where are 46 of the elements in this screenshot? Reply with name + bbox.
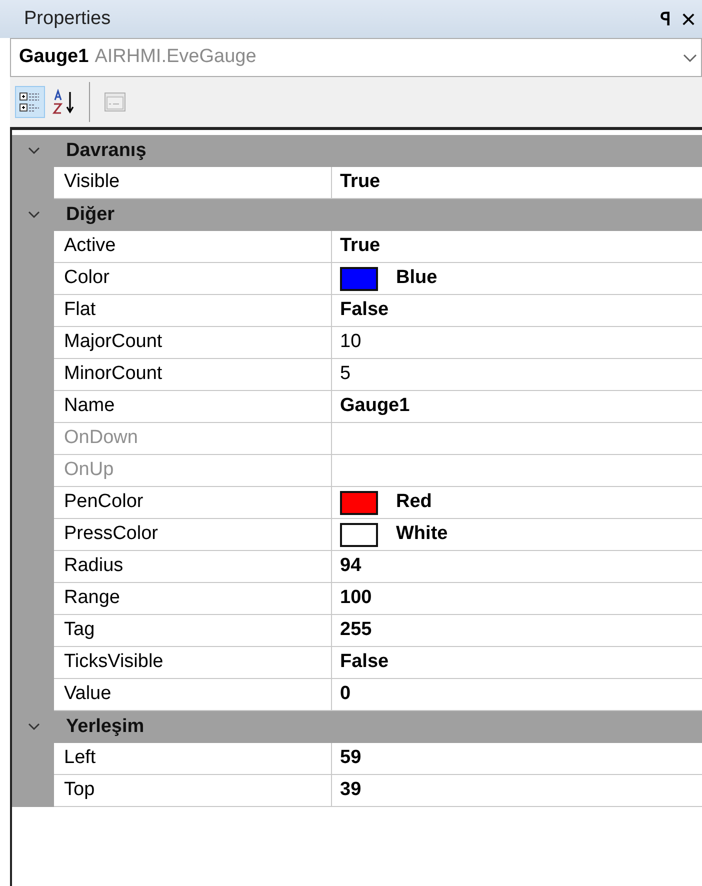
property-name[interactable]: MinorCount [54, 359, 332, 390]
property-name[interactable]: TicksVisible [54, 647, 332, 678]
property-name[interactable]: Range [54, 583, 332, 614]
property-value[interactable]: Red [396, 488, 432, 517]
property-value[interactable]: 255 [340, 616, 372, 645]
property-name[interactable]: PressColor [54, 519, 332, 550]
property-value[interactable]: Gauge1 [340, 392, 410, 421]
property-name[interactable]: Name [54, 391, 332, 422]
property-value[interactable]: True [340, 168, 380, 197]
close-button[interactable]: × [676, 6, 696, 32]
property-name[interactable]: Tag [54, 615, 332, 646]
property-value[interactable]: 59 [340, 744, 362, 773]
property-value[interactable]: 10 [340, 328, 362, 357]
property-value[interactable]: 0 [340, 680, 351, 709]
chevron-down-icon [28, 209, 40, 221]
property-value[interactable]: 39 [340, 776, 362, 805]
chevron-down-icon [683, 54, 697, 62]
property-value[interactable]: 94 [340, 552, 362, 581]
property-value[interactable]: False [340, 296, 389, 325]
property-value[interactable]: 100 [340, 584, 372, 613]
property-name[interactable]: Active [54, 231, 332, 262]
property-value[interactable]: Blue [396, 264, 438, 293]
property-name[interactable]: Color [54, 263, 332, 294]
categorized-view-button[interactable] [15, 86, 45, 118]
az-sort-icon [52, 89, 76, 115]
property-name[interactable]: Radius [54, 551, 332, 582]
property-name[interactable]: Left [54, 743, 332, 774]
property-value[interactable]: False [340, 648, 389, 677]
category-header[interactable]: Diğer [12, 199, 702, 231]
property-value[interactable]: White [396, 520, 448, 549]
panel-title: Properties [24, 6, 112, 31]
property-name[interactable]: Value [54, 679, 332, 710]
category-header[interactable]: Yerleşim [12, 711, 702, 743]
property-name[interactable]: Visible [54, 167, 332, 198]
property-pages-icon [104, 91, 126, 113]
property-name[interactable]: Flat [54, 295, 332, 326]
property-name[interactable]: PenColor [54, 487, 332, 518]
pin-button[interactable]: ꟼ [654, 6, 677, 32]
property-name[interactable]: Top [54, 775, 332, 806]
category-header[interactable]: Davranış [12, 135, 702, 167]
categorized-list-icon [19, 91, 41, 113]
chevron-down-icon [28, 721, 40, 733]
property-name[interactable]: MajorCount [54, 327, 332, 358]
property-value[interactable]: True [340, 232, 380, 261]
chevron-down-icon [28, 145, 40, 157]
property-value[interactable]: 5 [340, 360, 351, 389]
